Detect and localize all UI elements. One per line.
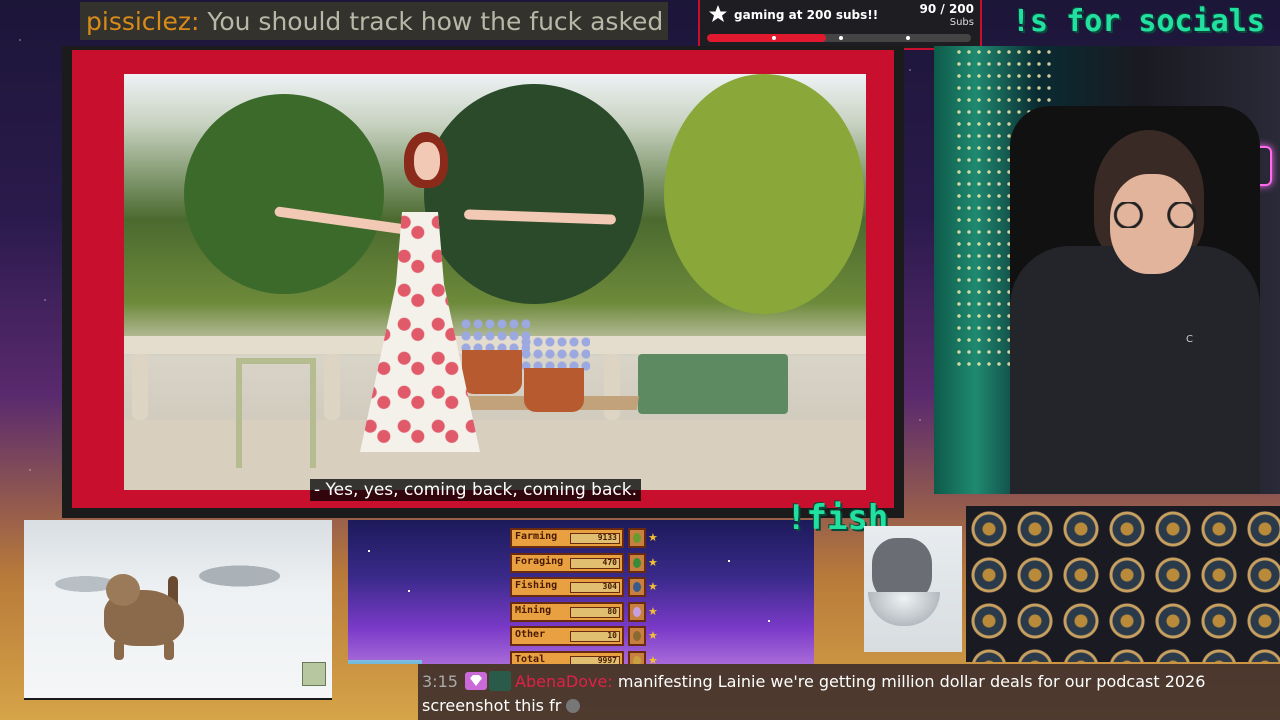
skill-name: Mining	[515, 604, 552, 616]
emote-icon	[566, 699, 581, 713]
skill-row: Other 10 ★	[510, 626, 660, 646]
skill-value: 10	[607, 631, 617, 640]
main-video-border	[72, 50, 894, 508]
skill-value: 9997	[597, 655, 617, 665]
skill-icon	[628, 552, 646, 573]
skill-value: 9133	[597, 533, 617, 542]
skill-star-icon: ★	[648, 580, 658, 593]
skill-icon	[628, 577, 646, 597]
skill-value-bar: 470	[570, 557, 620, 569]
skill-row: Mining 80 ★	[510, 601, 660, 622]
skill-name: Foraging	[515, 555, 564, 567]
skill-row: Foraging 470 ★	[510, 552, 660, 573]
skills-list: Farming 9133 ★ Foraging 470 ★ Fishing 304 ★ Minin…	[510, 528, 660, 664]
skill-box: Foraging 470	[510, 552, 624, 573]
hoodie-logo: C	[1186, 334, 1193, 345]
mountains	[348, 660, 422, 664]
stardew-skills-panel: Farming 9133 ★ Foraging 470 ★ Fishing 304 ★ Minin…	[348, 520, 814, 664]
crochet-blanket-cam	[966, 506, 1280, 662]
skill-icon	[628, 650, 646, 664]
skill-value: 80	[607, 606, 617, 616]
chat-username: pissiclez:	[86, 6, 200, 36]
skill-value-bar: 304	[570, 582, 620, 593]
skill-value: 304	[602, 582, 617, 591]
skill-icon	[628, 601, 646, 622]
skill-box: Mining 80	[510, 601, 624, 622]
main-video	[124, 74, 866, 490]
skill-star-icon: ★	[648, 653, 658, 665]
skill-row: Total 9997 ★	[510, 650, 660, 665]
chat-text: You should track how the fuck asked	[207, 6, 664, 36]
skill-name: Farming	[515, 531, 558, 542]
cat-badge-icon	[489, 671, 512, 691]
skill-star-icon: ★	[648, 629, 658, 642]
skill-box: Other 10	[510, 626, 624, 646]
streamer-hoodie	[1010, 246, 1260, 494]
skill-value-bar: 9997	[570, 655, 620, 665]
garden-chair	[236, 358, 316, 468]
tree	[184, 94, 384, 294]
sky-star	[728, 560, 730, 562]
skill-value-bar: 10	[570, 631, 620, 642]
goal-milestone-dot	[772, 36, 776, 40]
planter	[638, 354, 788, 414]
chat-username: AbenaDove:	[515, 672, 613, 691]
goal-count: 90 / 200	[919, 2, 975, 16]
skill-name: Fishing	[515, 580, 558, 591]
snowy-trees	[24, 520, 332, 600]
skill-star-icon: ★	[648, 604, 658, 618]
baluster	[324, 354, 340, 420]
skill-icon	[628, 626, 646, 646]
skill-star-icon: ★	[648, 531, 658, 544]
skill-name: Other	[515, 629, 546, 640]
skill-row: Farming 9133 ★	[510, 528, 660, 548]
face	[414, 142, 440, 180]
skill-row: Fishing 304 ★	[510, 577, 660, 597]
sky-star	[768, 620, 770, 622]
hyacinth-flowers	[520, 336, 590, 372]
goal-progress-fill	[707, 34, 826, 42]
tree	[664, 74, 864, 314]
main-video-frame	[62, 46, 904, 518]
video-subtitle: - Yes, yes, coming back, coming back.	[310, 479, 641, 501]
cat-head	[106, 574, 140, 606]
cat-snow-video	[24, 520, 332, 700]
goal-title: gaming at 200 subs!!	[734, 8, 879, 22]
bottom-chat-message: 3:15 AbenaDove: manifesting Lainie we're…	[418, 664, 1280, 720]
sheep-icon	[302, 662, 326, 686]
skill-box: Farming 9133	[510, 528, 624, 548]
cat-bowl-video	[864, 526, 962, 652]
top-chat-message: pissiclez: You should track how the fuck…	[80, 2, 668, 40]
skill-name: Total	[515, 653, 546, 665]
skill-value-bar: 9133	[570, 533, 620, 544]
star-icon	[709, 5, 727, 22]
flower-pot	[462, 350, 522, 394]
webcam-feed: C	[934, 46, 1280, 494]
cat-leg	[164, 640, 174, 660]
skill-star-icon: ★	[648, 555, 658, 569]
goal-milestone-dot	[906, 36, 910, 40]
tree	[424, 84, 644, 304]
chat-timestamp: 3:15	[422, 672, 458, 691]
baluster	[604, 354, 620, 420]
baluster	[132, 354, 148, 420]
socials-command-text: !s for socials :)	[1012, 4, 1280, 39]
skill-box: Total 9997	[510, 650, 624, 665]
sky-star	[408, 590, 410, 592]
skill-box: Fishing 304	[510, 577, 624, 597]
skill-value-bar: 80	[570, 606, 620, 618]
flower-pot	[524, 368, 584, 412]
goal-milestone-dot	[839, 36, 843, 40]
skill-value: 470	[602, 557, 617, 567]
goal-unit: Subs	[949, 17, 974, 28]
sky-star	[368, 550, 370, 552]
gem-badge-icon	[465, 672, 488, 690]
skill-icon	[628, 528, 646, 548]
cat-leg	[114, 640, 124, 660]
metal-bowl	[868, 592, 940, 626]
sub-goal-widget: gaming at 200 subs!! 90 / 200 Subs	[698, 0, 982, 50]
glasses	[1110, 202, 1202, 228]
